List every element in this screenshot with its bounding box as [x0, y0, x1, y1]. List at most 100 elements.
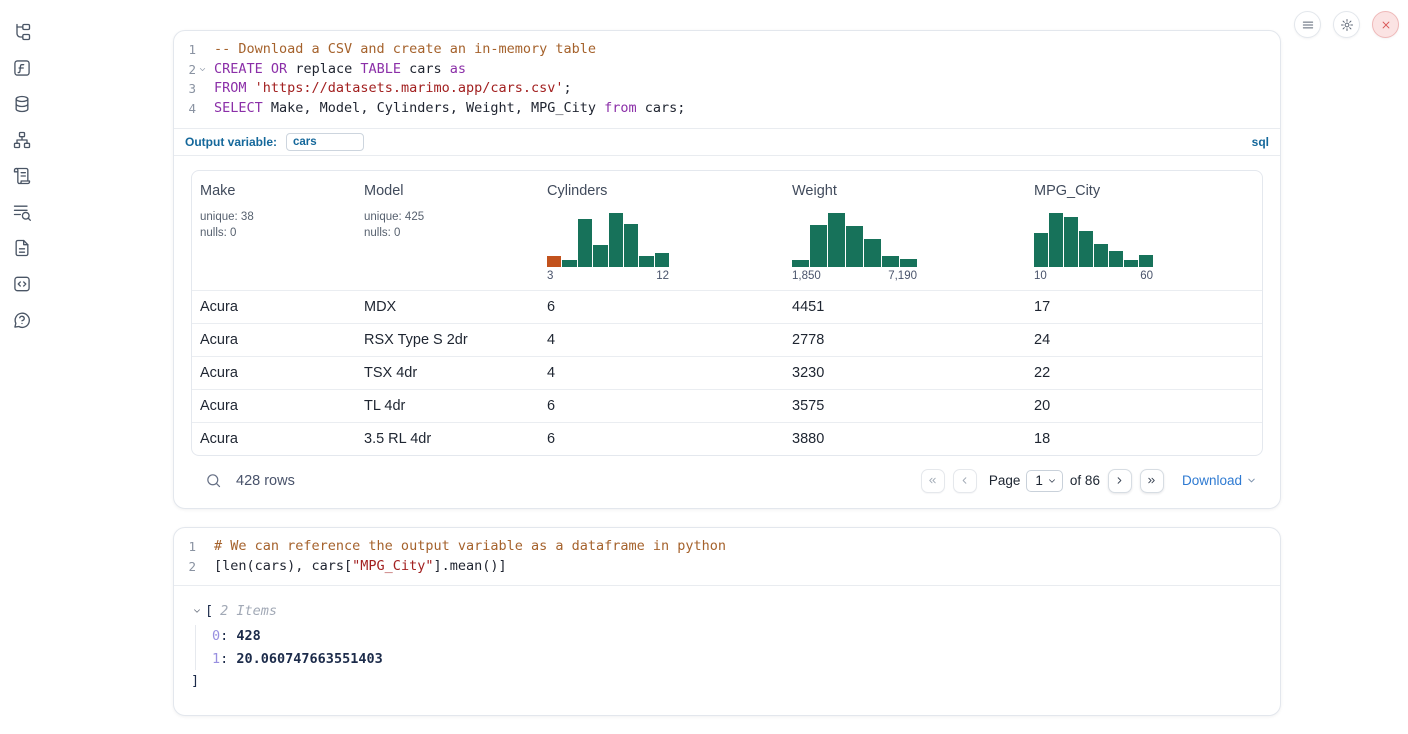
sql-cell: 1 -- Download a CSV and create an in-mem…: [173, 30, 1281, 509]
previous-page-button[interactable]: [953, 469, 977, 493]
table-cell: Acura: [192, 390, 356, 422]
column-header-model[interactable]: Model unique: 425nulls: 0: [356, 171, 539, 290]
hist-bar: [624, 224, 638, 267]
notebook-actions: [1294, 11, 1399, 38]
code-line: 1 # We can reference the output variable…: [174, 537, 1280, 557]
axis-min: 1,850: [792, 270, 821, 282]
table-cell: RSX Type S 2dr: [356, 324, 539, 356]
download-button[interactable]: Download: [1182, 473, 1257, 488]
hamburger-icon: [1301, 18, 1315, 32]
output-variable-input[interactable]: [286, 133, 364, 151]
hist-bar: [1124, 260, 1138, 266]
table-cell: 20: [1026, 390, 1262, 422]
tree-key: 0: [212, 628, 220, 644]
snippets-icon[interactable]: [12, 274, 32, 294]
column-stat: nulls: 0: [200, 225, 348, 242]
documentation-icon[interactable]: [12, 238, 32, 258]
page-total: of 86: [1070, 473, 1100, 488]
hist-bar: [828, 213, 845, 267]
line-number: 3: [188, 79, 196, 99]
line-number: 4: [188, 99, 196, 119]
tree-open-bracket: [: [205, 603, 213, 619]
hist-bar: [864, 239, 881, 267]
hist-bar: [900, 259, 917, 267]
collapse-toggle-icon[interactable]: [191, 605, 203, 617]
column-header-weight[interactable]: Weight 1,8507,190: [784, 171, 1026, 290]
chevron-down-icon: [1246, 475, 1257, 486]
code-line: 3 FROM 'https://datasets.marimo.app/cars…: [174, 79, 1280, 99]
sidebar: [0, 0, 44, 729]
notebook: 1 -- Download a CSV and create an in-mem…: [173, 30, 1281, 734]
logs-icon[interactable]: [12, 202, 32, 222]
python-cell-output: [ 2 Items 0: 428 1: 20.060747663551403 ]: [174, 586, 1280, 715]
hist-bar: [655, 253, 669, 267]
axis-min: 10: [1034, 270, 1047, 282]
table-row: Acura TL 4dr 6 3575 20: [192, 389, 1262, 422]
gear-icon: [1340, 18, 1354, 32]
weight-histogram: 1,8507,190: [792, 213, 917, 282]
line-number: 2: [188, 60, 196, 80]
cylinders-histogram: 3 12: [547, 213, 669, 282]
page-label: Page: [989, 473, 1021, 488]
table-cell: Acura: [192, 423, 356, 455]
chevron-down-icon: [1047, 476, 1057, 486]
code-line: 4 SELECT Make, Model, Cylinders, Weight,…: [174, 99, 1280, 119]
settings-button[interactable]: [1333, 11, 1360, 38]
table-cell: 3.5 RL 4dr: [356, 423, 539, 455]
hist-bar: [639, 256, 653, 267]
tree-entry: 1: 20.060747663551403: [212, 648, 1263, 671]
table-header: Make unique: 38nulls: 0 Model unique: 42…: [192, 171, 1262, 290]
search-button[interactable]: [205, 472, 222, 489]
table-cell: 3575: [784, 390, 1026, 422]
code-line: 2 CREATE OR replace TABLE cars as: [174, 60, 1280, 80]
last-page-button[interactable]: [1140, 469, 1164, 493]
column-stat: nulls: 0: [364, 225, 531, 242]
table-cell: 17: [1026, 291, 1262, 323]
next-page-button[interactable]: [1108, 469, 1132, 493]
language-badge: sql: [1252, 135, 1269, 149]
tree-value: 428: [236, 628, 260, 644]
data-table: Make unique: 38nulls: 0 Model unique: 42…: [191, 170, 1263, 456]
dependency-graph-icon[interactable]: [12, 130, 32, 150]
menu-button[interactable]: [1294, 11, 1321, 38]
close-icon: [1379, 18, 1393, 32]
row-count: 428 rows: [236, 473, 295, 489]
hist-bar: [578, 219, 592, 267]
hist-bar: [1064, 217, 1078, 267]
table-cell: 2778: [784, 324, 1026, 356]
hist-bar: [562, 260, 576, 266]
variables-icon[interactable]: [12, 58, 32, 78]
fold-toggle-icon[interactable]: [196, 64, 208, 76]
hist-bar: [1109, 251, 1123, 267]
tree-items: 0: 428 1: 20.060747663551403: [195, 625, 1263, 670]
tree-entry: 0: 428: [212, 625, 1263, 648]
python-code-editor[interactable]: 1 # We can reference the output variable…: [174, 528, 1280, 585]
column-header-cylinders[interactable]: Cylinders 312: [539, 171, 784, 290]
mpg-city-histogram: 1060: [1034, 213, 1153, 282]
hist-bar: [547, 256, 561, 267]
hist-bar: [792, 260, 809, 266]
line-number: 1: [188, 40, 196, 60]
axis-max: 12: [656, 270, 669, 282]
column-header-make[interactable]: Make unique: 38nulls: 0: [192, 171, 356, 290]
search-icon: [205, 472, 222, 489]
scratchpad-icon[interactable]: [12, 166, 32, 186]
table-cell: 4: [539, 357, 784, 389]
table-row: Acura MDX 6 4451 17: [192, 290, 1262, 323]
table-cell: 22: [1026, 357, 1262, 389]
axis-min: 3: [547, 270, 553, 282]
page-select[interactable]: 1: [1026, 470, 1063, 492]
datasources-icon[interactable]: [12, 94, 32, 114]
first-page-button[interactable]: [921, 469, 945, 493]
hist-bar: [1079, 231, 1093, 267]
sql-code-editor[interactable]: 1 -- Download a CSV and create an in-mem…: [174, 31, 1280, 128]
chevron-right-icon: [1114, 475, 1125, 486]
chevrons-left-icon: [927, 475, 938, 486]
shutdown-button[interactable]: [1372, 11, 1399, 38]
help-icon[interactable]: [12, 310, 32, 330]
chevrons-right-icon: [1146, 475, 1157, 486]
table-row: Acura RSX Type S 2dr 4 2778 24: [192, 323, 1262, 356]
tree-close-bracket: ]: [191, 673, 1263, 689]
file-explorer-icon[interactable]: [12, 22, 32, 42]
column-header-mpg-city[interactable]: MPG_City 1060: [1026, 171, 1262, 290]
